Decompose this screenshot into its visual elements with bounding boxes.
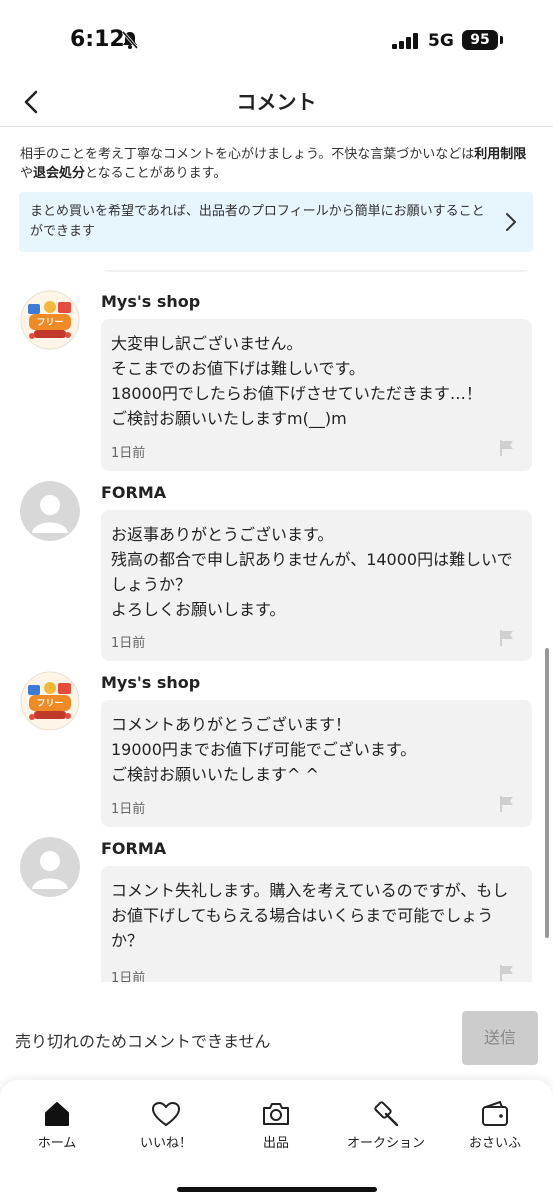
comment-line: そこまでのお値下げは難しいです。 bbox=[111, 359, 365, 378]
comment-line: 19000円までお値下げ可能でございます。 bbox=[111, 740, 417, 759]
comment-bubble: コメントありがとうございます！ 19000円までお値下げ可能でございます。 ご検… bbox=[101, 700, 532, 827]
notice-bold-2: 退会処分 bbox=[33, 166, 86, 181]
shop-avatar[interactable]: フリー bbox=[20, 671, 80, 731]
comment-author[interactable]: FORMA bbox=[101, 483, 166, 502]
comment-time: 1日前 bbox=[111, 636, 146, 651]
battery-icon: 95 bbox=[462, 30, 498, 50]
bulk-purchase-info-banner[interactable]: まとめ買いを希望であれば、出品者のプロフィールから簡単にお願いすることができます bbox=[19, 192, 533, 252]
notice-text-2: や bbox=[20, 166, 34, 181]
silent-bell-icon bbox=[120, 30, 140, 54]
tab-sell[interactable]: 出品 bbox=[221, 1100, 331, 1151]
comment-line: ご検討お願いいたします^ ^ bbox=[111, 765, 319, 784]
comment-compose-area: 売り切れのためコメントできません 送信 bbox=[0, 1000, 553, 1080]
battery-tip bbox=[500, 36, 503, 44]
comment-time: 1日前 bbox=[111, 446, 146, 461]
send-button[interactable]: 送信 bbox=[462, 1011, 538, 1065]
comment-text: 大変申し訳ございません。 そこまでのお値下げは難しいです。 18000円でしたら… bbox=[111, 331, 522, 431]
comment-line: コメント失礼します。購入を考えているのですが、もしお値下げしてもらえる場合はいく… bbox=[111, 881, 509, 950]
home-icon bbox=[2, 1100, 112, 1128]
gavel-icon bbox=[331, 1100, 441, 1128]
previous-comment-bubble-edge bbox=[100, 270, 532, 272]
comment-line: よろしくお願いします。 bbox=[111, 600, 286, 619]
comment-line: 残高の都合で申し訳ありませんが、14000円は難しいでしょうか？ bbox=[111, 550, 513, 594]
bottom-tab-bar: ホーム いいね！ 出品 オークション おさいふ bbox=[0, 1080, 553, 1200]
comment-time: 1日前 bbox=[111, 971, 146, 982]
svg-text:フリー: フリー bbox=[36, 698, 63, 709]
shop-avatar[interactable]: フリー bbox=[20, 290, 80, 350]
status-time: 6:12 bbox=[70, 27, 125, 52]
heart-icon bbox=[111, 1100, 221, 1128]
comment-author[interactable]: FORMA bbox=[101, 839, 166, 858]
comment-text: お返事ありがとうございます。 残高の都合で申し訳ありませんが、14000円は難し… bbox=[111, 522, 522, 622]
comment-text: コメント失礼します。購入を考えているのですが、もしお値下げしてもらえる場合はいく… bbox=[111, 878, 522, 953]
comment-line: ご検討お願いいたしますm(__)m bbox=[111, 409, 347, 428]
cellular-signal-icon bbox=[392, 33, 420, 53]
comment-bubble: お返事ありがとうございます。 残高の都合で申し訳ありませんが、14000円は難し… bbox=[101, 510, 532, 661]
comment-thread[interactable]: フリー Mys's shop 大変申し訳ございません。 そこまでのお値下げは難し… bbox=[0, 270, 553, 982]
info-banner-text: まとめ買いを希望であれば、出品者のプロフィールから簡単にお願いすることができます bbox=[30, 204, 485, 239]
tab-label: オークション bbox=[346, 1136, 425, 1151]
report-flag-icon[interactable] bbox=[499, 795, 515, 817]
report-flag-icon[interactable] bbox=[499, 629, 515, 651]
tab-label: ホーム bbox=[37, 1136, 77, 1151]
status-bar: 6:12 5G 95 bbox=[0, 0, 553, 80]
camera-icon bbox=[221, 1100, 331, 1128]
notice-text-1: 相手のことを考え丁寧なコメントを心がけましょう。不快な言葉づかいなどは bbox=[20, 147, 475, 162]
wallet-icon bbox=[440, 1100, 550, 1128]
comment-time: 1日前 bbox=[111, 802, 146, 817]
tab-auction[interactable]: オークション bbox=[331, 1100, 441, 1151]
report-flag-icon[interactable] bbox=[499, 439, 515, 461]
comment-author[interactable]: Mys's shop bbox=[101, 673, 200, 692]
nav-header: コメント bbox=[0, 78, 553, 127]
svg-text:フリー: フリー bbox=[36, 317, 63, 328]
home-indicator[interactable] bbox=[177, 1187, 377, 1192]
notice-bold-1: 利用制限 bbox=[474, 147, 527, 162]
comment-line: 大変申し訳ございません。 bbox=[111, 334, 303, 353]
etiquette-notice: 相手のことを考え丁寧なコメントを心がけましょう。不快な言葉づかいなどは利用制限や… bbox=[20, 145, 535, 183]
comment-line: お返事ありがとうございます。 bbox=[111, 525, 334, 544]
comment-bubble: 大変申し訳ございません。 そこまでのお値下げは難しいです。 18000円でしたら… bbox=[101, 319, 532, 471]
tab-label: おさいふ bbox=[468, 1136, 521, 1151]
comment-text: コメントありがとうございます！ 19000円までお値下げ可能でございます。 ご検… bbox=[111, 712, 522, 787]
comment-line: 18000円でしたらお値下げさせていただきます…！ bbox=[111, 384, 482, 403]
tab-wallet[interactable]: おさいふ bbox=[440, 1100, 550, 1151]
notice-text-3: となることがあります。 bbox=[85, 166, 227, 181]
comment-line: コメントありがとうございます！ bbox=[111, 715, 352, 734]
user-avatar-placeholder[interactable] bbox=[20, 837, 80, 897]
chevron-right-icon bbox=[505, 212, 517, 236]
report-flag-icon[interactable] bbox=[499, 964, 515, 982]
comment-bubble: コメント失礼します。購入を考えているのですが、もしお値下げしてもらえる場合はいく… bbox=[101, 866, 532, 982]
thread-scrollbar[interactable] bbox=[545, 648, 549, 938]
comment-disabled-text: 売り切れのためコメントできません bbox=[15, 1032, 271, 1051]
user-avatar-placeholder[interactable] bbox=[20, 481, 80, 541]
tab-label: 出品 bbox=[262, 1136, 289, 1151]
network-type: 5G bbox=[428, 31, 454, 51]
comment-author[interactable]: Mys's shop bbox=[101, 292, 200, 311]
tab-likes[interactable]: いいね！ bbox=[111, 1100, 221, 1151]
tab-label: いいね！ bbox=[139, 1136, 192, 1151]
page-title: コメント bbox=[236, 90, 317, 114]
tab-home[interactable]: ホーム bbox=[2, 1100, 112, 1151]
